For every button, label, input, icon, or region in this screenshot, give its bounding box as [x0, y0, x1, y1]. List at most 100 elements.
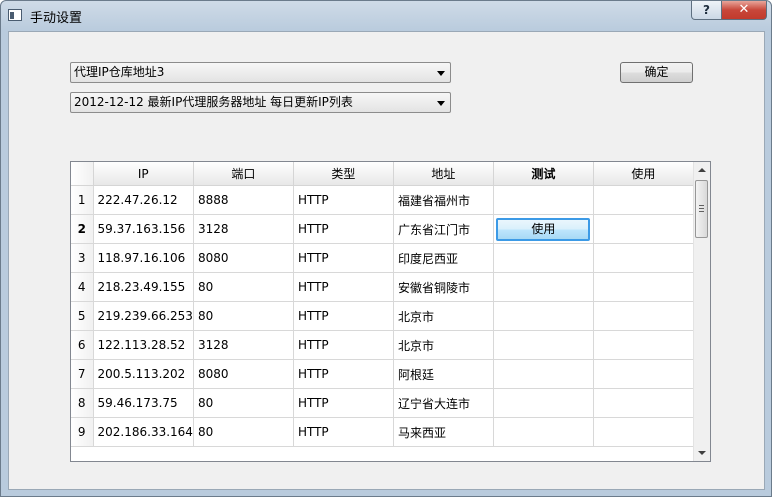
row-number[interactable]: 2	[71, 214, 94, 244]
scroll-up-arrow-icon[interactable]	[694, 162, 710, 179]
close-button[interactable]: ✕	[721, 1, 767, 20]
row-number[interactable]: 3	[71, 243, 94, 273]
window-title: 手动设置	[30, 11, 83, 26]
cell-address[interactable]: 阿根廷	[393, 359, 494, 389]
table-row[interactable]: 9 202.186.33.164 80 HTTP 马来西亚	[71, 417, 694, 447]
cell-address[interactable]: 福建省福州市	[393, 185, 494, 215]
row-number[interactable]: 1	[71, 185, 94, 215]
cell-address[interactable]: 北京市	[393, 301, 494, 331]
proxy-list-select[interactable]: 2012-12-12 最新IP代理服务器地址 每日更新IP列表	[70, 92, 451, 113]
cell-test[interactable]	[493, 243, 594, 273]
cell-type[interactable]: HTTP	[293, 243, 394, 273]
proxy-table: IP 端口 类型 地址 测试 使用 1 222.47.26.12 8888 HTTP 福…	[70, 161, 711, 462]
cell-test[interactable]	[493, 185, 594, 215]
cell-port[interactable]: 3128	[193, 214, 294, 244]
title-bar[interactable]: 手动设置 ? ✕	[1, 1, 771, 31]
proxy-list-value: 2012-12-12 最新IP代理服务器地址 每日更新IP列表	[74, 95, 353, 109]
chevron-down-icon	[437, 101, 445, 106]
column-header-port[interactable]: 端口	[193, 162, 294, 186]
table-row[interactable]: 7 200.5.113.202 8080 HTTP 阿根廷	[71, 359, 694, 389]
cell-ip[interactable]: 219.239.66.253	[93, 301, 194, 331]
cell-type[interactable]: HTTP	[293, 330, 394, 360]
proxy-source-select[interactable]: 代理IP仓库地址3	[70, 62, 451, 83]
row-use-button[interactable]: 使用	[496, 217, 591, 241]
column-header-address[interactable]: 地址	[393, 162, 494, 186]
scroll-down-arrow-icon[interactable]	[694, 444, 710, 461]
cell-type[interactable]: HTTP	[293, 301, 394, 331]
cell-test[interactable]	[493, 417, 594, 447]
cell-ip[interactable]: 200.5.113.202	[93, 359, 194, 389]
cell-type[interactable]: HTTP	[293, 359, 394, 389]
cell-test[interactable]	[493, 388, 594, 418]
cell-port[interactable]: 3128	[193, 330, 294, 360]
cell-address[interactable]: 辽宁省大连市	[393, 388, 494, 418]
row-number[interactable]: 9	[71, 417, 94, 447]
cell-address[interactable]: 印度尼西亚	[393, 243, 494, 273]
cell-use[interactable]	[593, 301, 694, 331]
row-number[interactable]: 6	[71, 330, 94, 360]
cell-address[interactable]: 马来西亚	[393, 417, 494, 447]
table-row[interactable]: 6 122.113.28.52 3128 HTTP 北京市	[71, 330, 694, 360]
cell-port[interactable]: 80	[193, 417, 294, 447]
cell-type[interactable]: HTTP	[293, 417, 394, 447]
cell-port[interactable]: 80	[193, 272, 294, 302]
chevron-down-icon	[437, 71, 445, 76]
dialog-client-area: 代理IP仓库地址3 2012-12-12 最新IP代理服务器地址 每日更新IP列…	[8, 31, 765, 490]
cell-use[interactable]	[593, 272, 694, 302]
cell-port[interactable]: 8080	[193, 243, 294, 273]
cell-test[interactable]	[493, 301, 594, 331]
cell-ip[interactable]: 59.37.163.156	[93, 214, 194, 244]
cell-use[interactable]	[593, 417, 694, 447]
column-header-test[interactable]: 测试	[493, 162, 594, 186]
cell-test[interactable]	[493, 359, 594, 389]
cell-address[interactable]: 北京市	[393, 330, 494, 360]
cell-address[interactable]: 安徽省铜陵市	[393, 272, 494, 302]
table-header-row: IP 端口 类型 地址 测试 使用	[71, 162, 694, 186]
cell-use[interactable]	[593, 214, 694, 244]
cell-port[interactable]: 8888	[193, 185, 294, 215]
cell-ip[interactable]: 222.47.26.12	[93, 185, 194, 215]
confirm-button[interactable]: 确定	[620, 62, 693, 83]
cell-ip[interactable]: 122.113.28.52	[93, 330, 194, 360]
row-number[interactable]: 4	[71, 272, 94, 302]
scrollbar-thumb[interactable]	[695, 180, 708, 238]
cell-use[interactable]	[593, 388, 694, 418]
cell-ip[interactable]: 59.46.173.75	[93, 388, 194, 418]
table-row[interactable]: 5 219.239.66.253 80 HTTP 北京市	[71, 301, 694, 331]
column-header-ip[interactable]: IP	[93, 162, 194, 186]
help-button[interactable]: ?	[691, 1, 722, 20]
row-number[interactable]: 7	[71, 359, 94, 389]
column-header-use[interactable]: 使用	[593, 162, 694, 186]
cell-test[interactable]	[493, 330, 594, 360]
cell-use[interactable]	[593, 185, 694, 215]
cell-port[interactable]: 8080	[193, 359, 294, 389]
cell-address[interactable]: 广东省江门市	[393, 214, 494, 244]
cell-ip[interactable]: 202.186.33.164	[93, 417, 194, 447]
cell-use[interactable]	[593, 330, 694, 360]
table-row[interactable]: 2 59.37.163.156 3128 HTTP 广东省江门市 使用	[71, 214, 694, 244]
row-number[interactable]: 8	[71, 388, 94, 418]
cell-test[interactable]	[493, 272, 594, 302]
cell-port[interactable]: 80	[193, 388, 294, 418]
table-body: 1 222.47.26.12 8888 HTTP 福建省福州市 2 59.37.163.15…	[71, 185, 694, 447]
table-row[interactable]: 8 59.46.173.75 80 HTTP 辽宁省大连市	[71, 388, 694, 418]
grip-icon	[699, 205, 704, 212]
cell-use[interactable]	[593, 359, 694, 389]
cell-port[interactable]: 80	[193, 301, 294, 331]
table-row[interactable]: 4 218.23.49.155 80 HTTP 安徽省铜陵市	[71, 272, 694, 302]
cell-ip[interactable]: 218.23.49.155	[93, 272, 194, 302]
column-header-type[interactable]: 类型	[293, 162, 394, 186]
proxy-source-value: 代理IP仓库地址3	[74, 65, 165, 79]
cell-type[interactable]: HTTP	[293, 214, 394, 244]
corner-header[interactable]	[71, 162, 94, 186]
cell-type[interactable]: HTTP	[293, 388, 394, 418]
cell-use[interactable]	[593, 243, 694, 273]
vertical-scrollbar[interactable]	[693, 162, 710, 461]
cell-type[interactable]: HTTP	[293, 185, 394, 215]
cell-test[interactable]: 使用	[493, 214, 594, 244]
row-number[interactable]: 5	[71, 301, 94, 331]
cell-type[interactable]: HTTP	[293, 272, 394, 302]
table-row[interactable]: 1 222.47.26.12 8888 HTTP 福建省福州市	[71, 185, 694, 215]
cell-ip[interactable]: 118.97.16.106	[93, 243, 194, 273]
table-row[interactable]: 3 118.97.16.106 8080 HTTP 印度尼西亚	[71, 243, 694, 273]
